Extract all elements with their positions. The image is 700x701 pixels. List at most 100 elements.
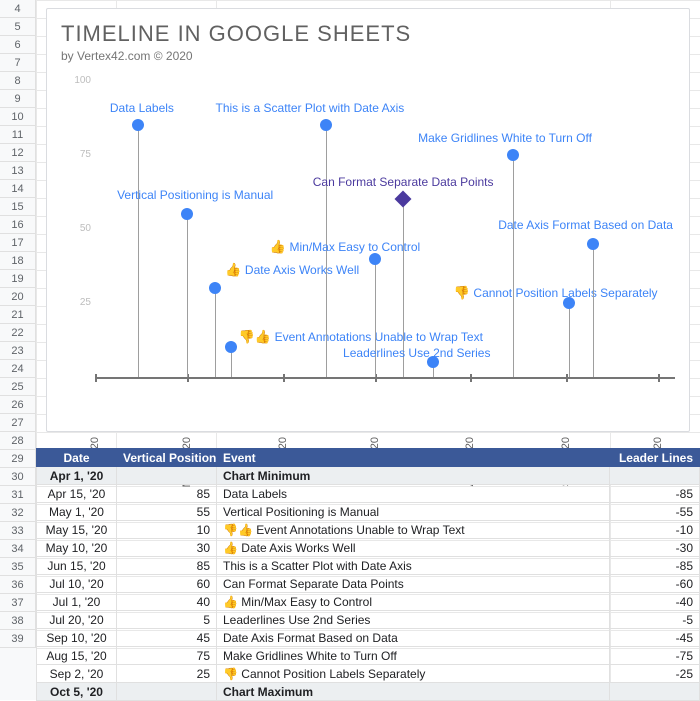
table-row[interactable]: Jun 15, '2085This is a Scatter Plot with… [37, 557, 700, 575]
row-header[interactable]: 14 [0, 180, 36, 198]
col-header-date[interactable]: Date [37, 449, 117, 467]
cell-ll[interactable]: -5 [610, 611, 700, 629]
row-header[interactable]: 23 [0, 342, 36, 360]
table-row[interactable]: Jul 10, '2060Can Format Separate Data Po… [37, 575, 700, 593]
cell-date[interactable]: Jul 1, '20 [37, 593, 117, 611]
data-point[interactable] [394, 191, 411, 208]
cell-date[interactable]: Sep 2, '20 [37, 665, 117, 683]
row-header[interactable]: 34 [0, 540, 36, 558]
table-row[interactable]: Sep 2, '2025👎 Cannot Position Labels Sep… [37, 665, 700, 683]
row-header[interactable]: 16 [0, 216, 36, 234]
cell-event[interactable]: Date Axis Format Based on Data [217, 629, 610, 647]
cell-vp[interactable]: 40 [117, 593, 217, 611]
row-header[interactable]: 32 [0, 504, 36, 522]
table-row[interactable]: Jul 1, '2040👍 Min/Max Easy to Control-40 [37, 593, 700, 611]
cell-vp[interactable]: 30 [117, 539, 217, 557]
table-row[interactable]: Aug 15, '2075Make Gridlines White to Tur… [37, 647, 700, 665]
cell-event[interactable]: 👍 Date Axis Works Well [217, 539, 610, 557]
cell-event[interactable]: Can Format Separate Data Points [217, 575, 610, 593]
cell-vp[interactable]: 5 [117, 611, 217, 629]
cell-date[interactable]: Jul 20, '20 [37, 611, 117, 629]
row-header[interactable]: 20 [0, 288, 36, 306]
cell-date[interactable]: Oct 5, '20 [37, 683, 117, 701]
cell-vp[interactable]: 55 [117, 503, 217, 521]
cell-event[interactable]: Leaderlines Use 2nd Series [217, 611, 610, 629]
cell-ll[interactable] [610, 683, 700, 701]
cell-vp[interactable]: 10 [117, 521, 217, 539]
table-row[interactable]: Sep 10, '2045Date Axis Format Based on D… [37, 629, 700, 647]
row-header[interactable]: 24 [0, 360, 36, 378]
row-header[interactable]: 7 [0, 54, 36, 72]
row-header[interactable]: 33 [0, 522, 36, 540]
data-point[interactable] [587, 238, 599, 250]
data-point[interactable] [209, 282, 221, 294]
cell-vp[interactable]: 45 [117, 629, 217, 647]
cell-event[interactable]: 👎👍 Event Annotations Unable to Wrap Text [217, 521, 610, 539]
data-point[interactable] [320, 119, 332, 131]
cell-event[interactable]: 👍 Min/Max Easy to Control [217, 593, 610, 611]
cell-event[interactable]: Vertical Positioning is Manual [217, 503, 610, 521]
cell-vp[interactable]: 85 [117, 557, 217, 575]
table-row[interactable]: May 10, '2030👍 Date Axis Works Well-30 [37, 539, 700, 557]
row-header[interactable]: 4 [0, 0, 36, 18]
cell-vp[interactable] [117, 683, 217, 701]
data-point[interactable] [132, 119, 144, 131]
row-header[interactable]: 13 [0, 162, 36, 180]
row-header[interactable]: 6 [0, 36, 36, 54]
cell-ll[interactable]: -85 [610, 485, 700, 503]
col-header-event[interactable]: Event [217, 449, 610, 467]
data-point[interactable] [181, 208, 193, 220]
cell-date[interactable]: May 1, '20 [37, 503, 117, 521]
cell-ll[interactable]: -10 [610, 521, 700, 539]
table-row[interactable]: May 15, '2010👎👍 Event Annotations Unable… [37, 521, 700, 539]
cell-vp[interactable]: 25 [117, 665, 217, 683]
cell-ll[interactable]: -75 [610, 647, 700, 665]
row-header[interactable]: 28 [0, 432, 36, 450]
cell-ll[interactable]: -55 [610, 503, 700, 521]
cell-event[interactable]: Make Gridlines White to Turn Off [217, 647, 610, 665]
cell-date[interactable]: Apr 15, '20 [37, 485, 117, 503]
cell-vp[interactable]: 60 [117, 575, 217, 593]
cell-event[interactable]: Chart Maximum [217, 683, 610, 701]
row-header[interactable]: 36 [0, 576, 36, 594]
row-header[interactable]: 17 [0, 234, 36, 252]
row-header[interactable]: 19 [0, 270, 36, 288]
row-header[interactable]: 37 [0, 594, 36, 612]
row-header[interactable]: 21 [0, 306, 36, 324]
chart-card[interactable]: TIMELINE IN GOOGLE SHEETS by Vertex42.co… [46, 8, 690, 432]
row-header[interactable]: 39 [0, 630, 36, 648]
cell-event[interactable]: This is a Scatter Plot with Date Axis [217, 557, 610, 575]
data-table[interactable]: Date Vertical Position Event Leader Line… [36, 448, 700, 701]
row-header[interactable]: 31 [0, 486, 36, 504]
cell-date[interactable]: Apr 1, '20 [37, 467, 117, 485]
table-row[interactable]: Apr 1, '20Chart Minimum [37, 467, 700, 485]
cell-ll[interactable]: -60 [610, 575, 700, 593]
row-header[interactable]: 10 [0, 108, 36, 126]
cell-ll[interactable]: -25 [610, 665, 700, 683]
cell-ll[interactable]: -45 [610, 629, 700, 647]
cell-date[interactable]: Sep 10, '20 [37, 629, 117, 647]
row-header[interactable]: 35 [0, 558, 36, 576]
row-header[interactable]: 9 [0, 90, 36, 108]
cell-ll[interactable]: -40 [610, 593, 700, 611]
cell-date[interactable]: May 15, '20 [37, 521, 117, 539]
row-header[interactable]: 30 [0, 468, 36, 486]
table-row[interactable]: Jul 20, '205Leaderlines Use 2nd Series-5 [37, 611, 700, 629]
cell-date[interactable]: Jul 10, '20 [37, 575, 117, 593]
cell-ll[interactable] [610, 467, 700, 485]
cell-date[interactable]: May 10, '20 [37, 539, 117, 557]
table-row[interactable]: Oct 5, '20 Chart Maximum [37, 683, 700, 701]
cell-ll[interactable]: -30 [610, 539, 700, 557]
row-header[interactable]: 15 [0, 198, 36, 216]
row-header[interactable]: 12 [0, 144, 36, 162]
cell-event[interactable]: Data Labels [217, 485, 610, 503]
row-header[interactable]: 8 [0, 72, 36, 90]
data-point[interactable] [225, 341, 237, 353]
cell-vp[interactable] [117, 467, 217, 485]
table-row[interactable]: May 1, '2055Vertical Positioning is Manu… [37, 503, 700, 521]
row-header[interactable]: 11 [0, 126, 36, 144]
col-header-vp[interactable]: Vertical Position [117, 449, 217, 467]
row-header[interactable]: 25 [0, 378, 36, 396]
row-header[interactable]: 26 [0, 396, 36, 414]
cell-date[interactable]: Aug 15, '20 [37, 647, 117, 665]
